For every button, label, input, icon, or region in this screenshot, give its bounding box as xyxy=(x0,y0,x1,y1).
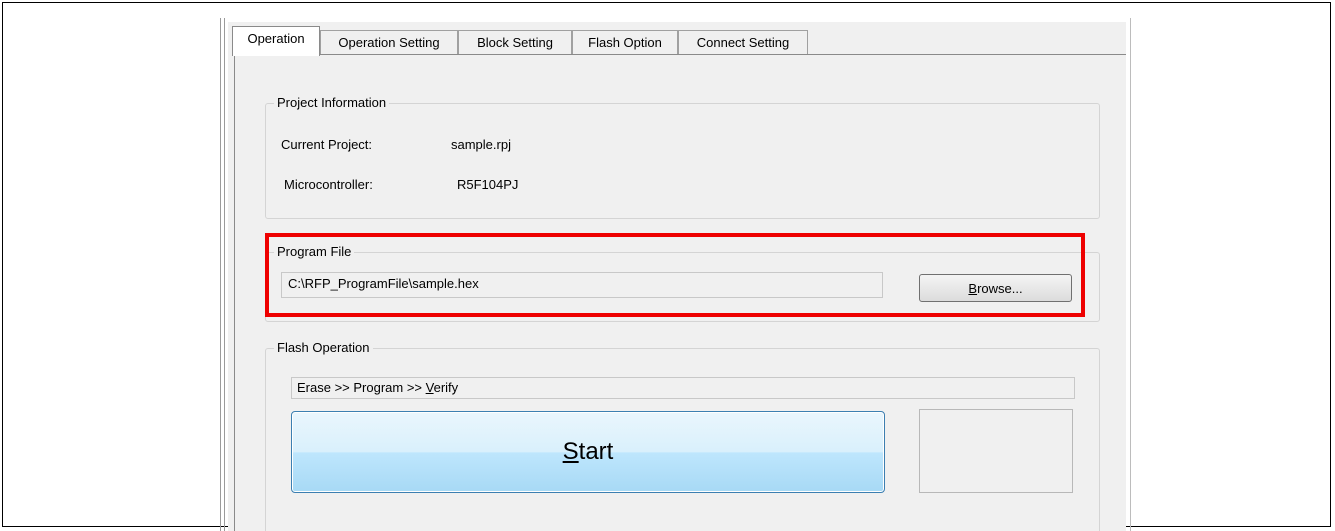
window-border-left-inner xyxy=(224,18,225,531)
start-button[interactable]: Start xyxy=(291,411,885,493)
tab-label: Operation xyxy=(247,31,305,46)
start-mnemonic: S xyxy=(562,438,579,465)
tab-label: Flash Option xyxy=(588,35,662,50)
window-border-right xyxy=(1130,18,1131,531)
tab-connect-setting[interactable]: Connect Setting xyxy=(678,30,808,54)
browse-label: rowse... xyxy=(977,280,1023,296)
program-file-group: Program File C:\RFP_ProgramFile\sample.h… xyxy=(265,244,1100,322)
current-project-value: sample.rpj xyxy=(451,137,511,152)
browse-button[interactable]: Browse... xyxy=(919,274,1072,302)
status-panel xyxy=(919,409,1073,493)
microcontroller-label: Microcontroller: xyxy=(284,177,373,192)
tab-label: Operation Setting xyxy=(338,35,440,50)
program-file-path-field[interactable]: C:\RFP_ProgramFile\sample.hex xyxy=(281,272,883,298)
flash-operation-title: Flash Operation xyxy=(274,340,373,355)
verify-mnemonic: V xyxy=(425,380,434,395)
operation-sequence-rest: erify xyxy=(433,380,459,395)
project-information-group: Project Information Current Project: sam… xyxy=(265,95,1100,219)
start-label: tart xyxy=(578,438,614,465)
tab-label: Connect Setting xyxy=(696,35,790,50)
project-information-title: Project Information xyxy=(274,95,390,110)
flash-operation-group: Flash Operation Erase >> Program >> Veri… xyxy=(265,340,1100,531)
current-project-label: Current Project: xyxy=(281,137,373,152)
program-file-path: C:\RFP_ProgramFile\sample.hex xyxy=(288,276,479,291)
tab-label: Block Setting xyxy=(477,35,553,50)
microcontroller-value: R5F104PJ xyxy=(457,177,519,192)
tab-operation-setting[interactable]: Operation Setting xyxy=(320,30,458,54)
tab-block-setting[interactable]: Block Setting xyxy=(458,30,572,54)
tab-operation[interactable]: Operation xyxy=(232,26,320,56)
window-border-left-outer xyxy=(220,18,221,531)
program-file-title: Program File xyxy=(274,244,355,259)
browse-mnemonic: B xyxy=(968,280,978,296)
app-window: Operation Operation Setting Block Settin… xyxy=(228,22,1126,531)
operation-sequence-field: Erase >> Program >> Verify xyxy=(291,377,1075,399)
tab-flash-option[interactable]: Flash Option xyxy=(572,30,678,54)
operation-sequence-prefix: Erase >> Program >> xyxy=(297,380,426,395)
